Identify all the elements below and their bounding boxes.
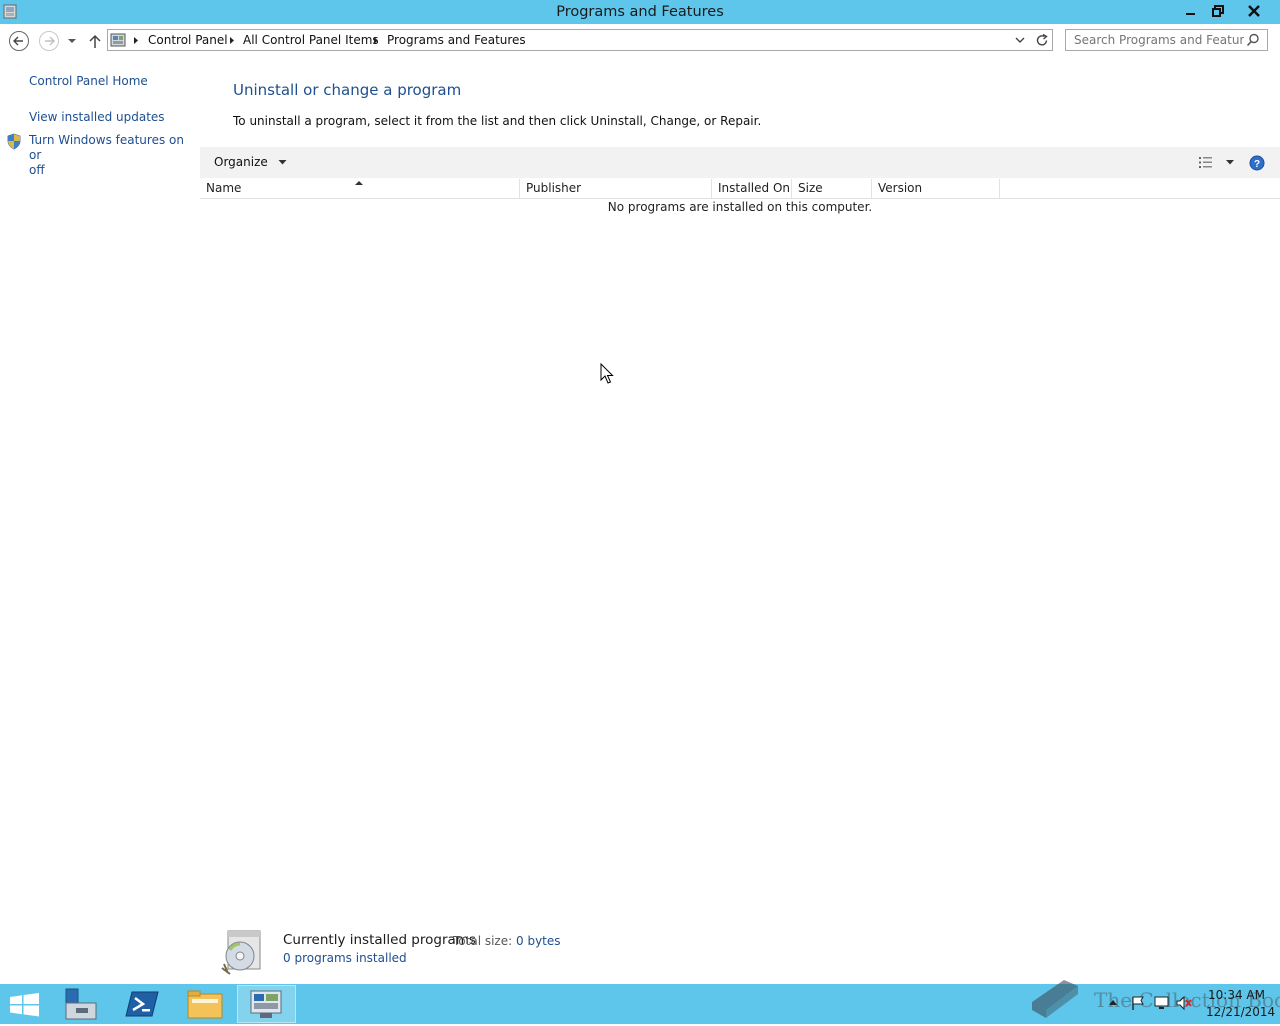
clock-date[interactable]: 12/21/2014 bbox=[1206, 1005, 1275, 1019]
column-header-size[interactable]: Size bbox=[792, 179, 872, 198]
action-center-flag-icon[interactable] bbox=[1130, 995, 1146, 1011]
svg-text:?: ? bbox=[1254, 159, 1260, 170]
up-arrow-icon[interactable] bbox=[88, 33, 102, 49]
windows-features-link-line1[interactable]: Turn Windows features on or bbox=[29, 133, 199, 163]
address-history-dropdown-icon[interactable] bbox=[1015, 36, 1025, 45]
total-size-label: Total size: bbox=[453, 934, 513, 948]
page-heading: Uninstall or change a program bbox=[233, 81, 462, 99]
recent-locations-dropdown[interactable] bbox=[67, 37, 77, 45]
organize-dropdown-icon bbox=[278, 160, 287, 165]
window-title: Programs and Features bbox=[556, 4, 724, 20]
total-size-value: 0 bytes bbox=[516, 934, 561, 948]
back-button[interactable] bbox=[9, 31, 29, 51]
control-panel-home-link[interactable]: Control Panel Home bbox=[29, 74, 148, 88]
search-icon[interactable] bbox=[1246, 33, 1260, 47]
organize-button[interactable]: Organize bbox=[214, 155, 287, 169]
close-button[interactable] bbox=[1238, 0, 1270, 22]
watermark-book-icon bbox=[1032, 980, 1078, 1018]
powershell-icon bbox=[125, 991, 159, 1017]
close-icon bbox=[1248, 5, 1260, 17]
column-header-installed-on[interactable]: Installed On bbox=[712, 179, 792, 198]
refresh-icon[interactable] bbox=[1035, 33, 1049, 48]
view-installed-updates-link[interactable]: View installed updates bbox=[29, 110, 165, 124]
control-panel-taskbar-button[interactable] bbox=[237, 985, 296, 1023]
column-header-name-label: Name bbox=[206, 181, 242, 195]
restore-button[interactable] bbox=[1203, 0, 1233, 22]
uac-shield-icon bbox=[7, 133, 21, 150]
view-details-icon[interactable] bbox=[1198, 156, 1214, 169]
clock-time[interactable]: 10:34 AM bbox=[1208, 988, 1265, 1002]
breadcrumb-separator-icon[interactable] bbox=[372, 36, 380, 45]
breadcrumb-programs-features[interactable]: Programs and Features bbox=[387, 33, 526, 47]
minimize-button[interactable] bbox=[1176, 0, 1206, 22]
instructions-text: To uninstall a program, select it from t… bbox=[233, 114, 762, 128]
forward-arrow-icon bbox=[45, 36, 55, 46]
view-options-dropdown-icon[interactable] bbox=[1225, 159, 1235, 166]
network-icon[interactable] bbox=[1153, 995, 1171, 1011]
programs-count: 0 programs installed bbox=[283, 951, 407, 965]
back-arrow-icon bbox=[13, 36, 23, 46]
minimize-icon bbox=[1186, 13, 1195, 15]
file-explorer-taskbar-button[interactable] bbox=[176, 985, 234, 1023]
mouse-cursor-icon bbox=[600, 363, 614, 384]
windows-logo-icon bbox=[10, 993, 39, 1017]
column-header-publisher[interactable]: Publisher bbox=[520, 179, 712, 198]
details-title: Currently installed programs bbox=[283, 932, 476, 948]
breadcrumb-separator-icon[interactable] bbox=[228, 36, 236, 45]
server-manager-taskbar-button[interactable] bbox=[52, 985, 110, 1023]
show-hidden-icons-icon[interactable] bbox=[1108, 999, 1118, 1006]
search-input[interactable] bbox=[1074, 31, 1244, 49]
search-box[interactable] bbox=[1065, 29, 1268, 51]
breadcrumb-control-panel[interactable]: Control Panel bbox=[148, 33, 228, 47]
windows-features-link[interactable]: Turn Windows features on or off bbox=[29, 133, 199, 178]
restore-icon bbox=[1212, 5, 1224, 17]
help-icon[interactable]: ? bbox=[1249, 155, 1265, 171]
volume-muted-icon[interactable] bbox=[1175, 995, 1193, 1011]
empty-list-message: No programs are installed on this comput… bbox=[607, 200, 873, 214]
windows-features-link-line2[interactable]: off bbox=[29, 163, 199, 178]
powershell-taskbar-button[interactable] bbox=[114, 985, 172, 1023]
control-panel-window-icon bbox=[250, 990, 282, 1018]
server-manager-icon bbox=[65, 988, 97, 1020]
start-button[interactable] bbox=[0, 985, 50, 1023]
command-bar bbox=[200, 147, 1280, 178]
installed-programs-icon bbox=[221, 930, 261, 975]
control-panel-icon bbox=[110, 33, 126, 47]
forward-button[interactable] bbox=[39, 31, 59, 51]
breadcrumb-separator-icon[interactable] bbox=[132, 36, 140, 45]
organize-label: Organize bbox=[214, 155, 268, 169]
breadcrumb-all-items[interactable]: All Control Panel Items bbox=[243, 33, 379, 47]
column-header-version[interactable]: Version bbox=[872, 179, 1000, 198]
sort-ascending-icon bbox=[355, 181, 363, 185]
folder-icon bbox=[187, 990, 223, 1019]
